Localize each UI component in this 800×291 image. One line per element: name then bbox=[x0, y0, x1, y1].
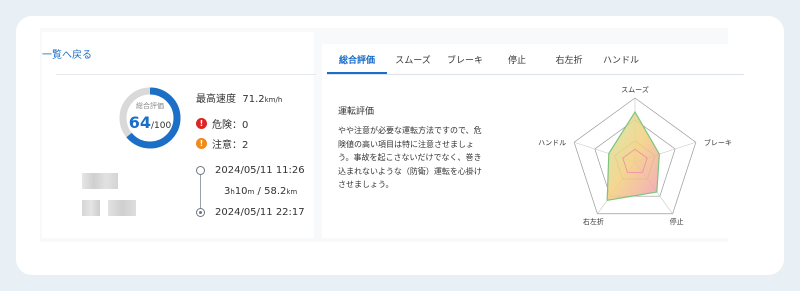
tab-turn[interactable]: 右左折 bbox=[543, 50, 595, 74]
distance-unit: km bbox=[286, 188, 298, 196]
duration-minutes: 10 bbox=[234, 186, 248, 197]
divider bbox=[56, 74, 316, 75]
distance-value: 58.2 bbox=[264, 186, 287, 197]
radar-series bbox=[606, 110, 660, 202]
caution-icon: ! bbox=[196, 138, 207, 149]
redacted-driver-info bbox=[82, 173, 118, 189]
score-number: 64 bbox=[128, 113, 152, 132]
max-speed-label: 最高速度 bbox=[196, 94, 236, 105]
danger-count: ! 危険：0 bbox=[196, 116, 248, 131]
score-total: /100 bbox=[151, 121, 172, 131]
max-speed-value: 71.2 bbox=[242, 94, 265, 105]
radar-axis-label: ブレーキ bbox=[704, 138, 732, 147]
evaluation-text: やや注意が必要な運転方法ですので、危険値の高い項目は特に注意させましょう。事故を… bbox=[338, 126, 482, 189]
max-speed-unit: km/h bbox=[264, 96, 283, 104]
radar-axis-label: 停止 bbox=[670, 217, 684, 226]
timeline-line bbox=[200, 171, 201, 212]
radar-data bbox=[606, 110, 660, 202]
caution-count: ! 注意：2 bbox=[196, 136, 248, 151]
score-title: 総合評価 bbox=[136, 102, 164, 110]
radar-axis-label: 右左折 bbox=[583, 217, 604, 226]
trip-duration-distance: 3h10m / 58.2km bbox=[224, 186, 297, 197]
end-time: 2024/05/11 22:17 bbox=[215, 207, 305, 218]
radar-axis-label: ハンドル bbox=[538, 139, 566, 147]
score-value: 64/100 bbox=[118, 113, 182, 132]
evaluation-tabs: 総合評価 スムーズ ブレーキ 停止 右左折 ハンドル bbox=[327, 50, 647, 74]
evaluation-title: 運転評価 bbox=[338, 107, 375, 117]
duration-separator: / bbox=[254, 186, 265, 197]
caution-label: 注意：2 bbox=[212, 140, 249, 151]
danger-label: 危険：0 bbox=[212, 120, 249, 131]
tab-underline bbox=[327, 74, 744, 75]
tab-brake[interactable]: ブレーキ bbox=[439, 50, 491, 74]
start-time: 2024/05/11 11:26 bbox=[215, 165, 305, 176]
tab-overall[interactable]: 総合評価 bbox=[327, 50, 387, 74]
tab-stop[interactable]: 停止 bbox=[491, 50, 543, 74]
tab-steering[interactable]: ハンドル bbox=[595, 50, 647, 74]
redacted-driver-info bbox=[82, 200, 100, 216]
max-speed: 最高速度 71.2km/h bbox=[196, 90, 282, 105]
radar-chart: スムーズブレーキ停止 右左折 ハンドル bbox=[538, 85, 732, 226]
end-point-icon bbox=[196, 208, 205, 217]
tab-smooth[interactable]: スムーズ bbox=[387, 50, 439, 74]
back-to-list-link[interactable]: 一覧へ戻る bbox=[42, 46, 92, 61]
start-point-icon bbox=[196, 166, 205, 175]
redacted-driver-info bbox=[108, 200, 136, 216]
danger-icon: ! bbox=[196, 118, 207, 129]
radar-axis-label: スムーズ bbox=[621, 85, 649, 94]
